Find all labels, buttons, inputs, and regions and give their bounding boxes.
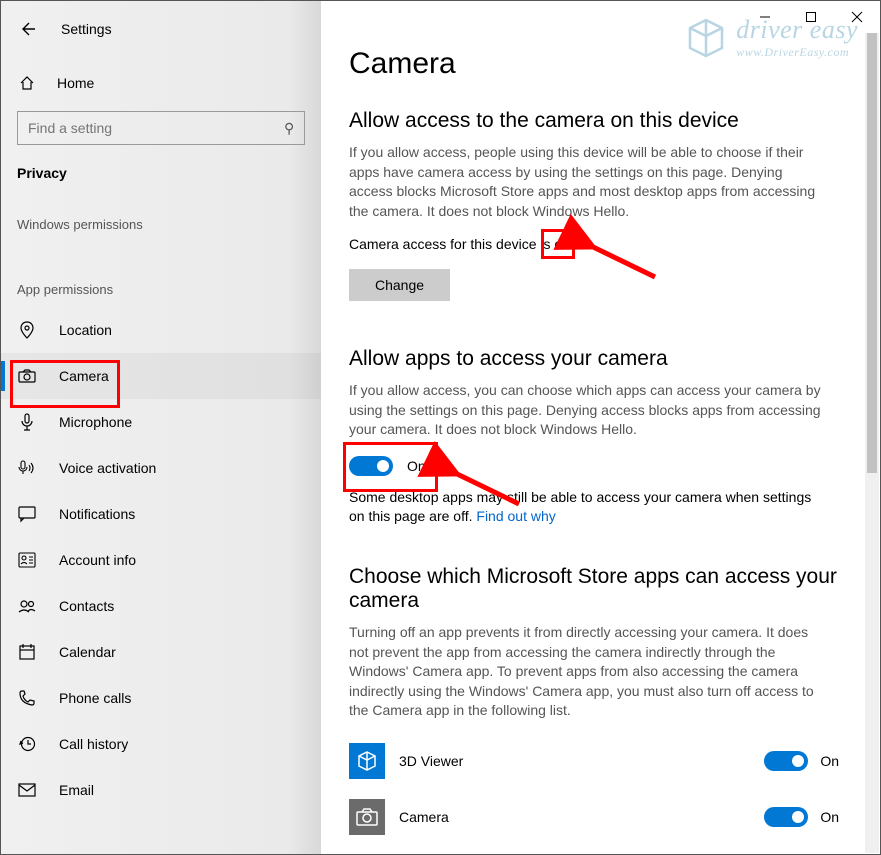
section1-body: If you allow access, people using this d… [349, 143, 829, 221]
sidebar-item-phone[interactable]: Phone calls [1, 675, 321, 721]
nav-label: Call history [59, 736, 128, 752]
main-content: driver easy www.DriverEasy.com Camera Al… [321, 1, 880, 854]
close-button[interactable] [834, 1, 880, 33]
section-app-perms: App permissions [1, 264, 321, 307]
app-toggle-label: On [820, 753, 839, 769]
section2-body: If you allow access, you can choose whic… [349, 381, 829, 440]
app-title: Settings [61, 21, 112, 37]
nav-label: Notifications [59, 506, 135, 522]
sidebar: Settings Home ⚲ Privacy Windows permissi… [1, 1, 321, 854]
sidebar-item-callhistory[interactable]: Call history [1, 721, 321, 767]
section3-heading: Choose which Microsoft Store apps can ac… [349, 565, 848, 613]
location-icon [17, 321, 37, 339]
sidebar-item-microphone[interactable]: Microphone [1, 399, 321, 445]
find-out-why-link[interactable]: Find out why [476, 508, 555, 524]
note-prefix: Some desktop apps may still be able to a… [349, 489, 811, 525]
status-value: on [554, 236, 570, 252]
calendar-icon [17, 644, 37, 660]
history-icon [17, 736, 37, 752]
phone-icon [17, 690, 37, 706]
back-icon[interactable] [17, 19, 37, 39]
nav-label: Calendar [59, 644, 116, 660]
search-input[interactable] [28, 120, 284, 136]
nav-label: Location [59, 322, 112, 338]
contacts-icon [17, 599, 37, 613]
camera-icon [17, 369, 37, 383]
back-row: Settings [1, 9, 321, 49]
scrollbar-thumb[interactable] [867, 33, 877, 473]
sidebar-item-email[interactable]: Email [1, 767, 321, 813]
nav-label: Email [59, 782, 94, 798]
sidebar-home[interactable]: Home [1, 63, 321, 103]
notifications-icon [17, 506, 37, 522]
apps-access-toggle[interactable] [349, 456, 393, 476]
sidebar-item-voice[interactable]: Voice activation [1, 445, 321, 491]
scrollbar[interactable] [865, 33, 879, 853]
account-icon [17, 552, 37, 568]
app-toggle-3dviewer[interactable] [764, 751, 808, 771]
app-name: Camera [399, 809, 764, 825]
watermark-line2: www.DriverEasy.com [736, 45, 858, 60]
app-row-3dviewer: 3D Viewer On [349, 733, 839, 789]
voice-icon [17, 460, 37, 476]
home-label: Home [57, 75, 94, 91]
app-toggle-label: On [820, 809, 839, 825]
search-input-wrap[interactable]: ⚲ [17, 111, 305, 145]
sidebar-item-location[interactable]: Location [1, 307, 321, 353]
device-access-status: Camera access for this device is on [349, 235, 829, 255]
microphone-icon [17, 413, 37, 431]
app-toggle-camera[interactable] [764, 807, 808, 827]
window-controls [742, 1, 880, 33]
category-label: Privacy [1, 159, 321, 199]
app-row-camera: Camera On [349, 789, 839, 845]
nav-label: Account info [59, 552, 136, 568]
section2-note: Some desktop apps may still be able to a… [349, 488, 829, 527]
maximize-button[interactable] [788, 1, 834, 33]
search-icon: ⚲ [284, 120, 294, 137]
change-button[interactable]: Change [349, 269, 450, 301]
sidebar-item-camera[interactable]: Camera [1, 353, 321, 399]
section1-heading: Allow access to the camera on this devic… [349, 109, 848, 133]
email-icon [17, 783, 37, 797]
status-prefix: Camera access for this device is [349, 236, 554, 252]
nav-label: Microphone [59, 414, 132, 430]
nav-label: Voice activation [59, 460, 156, 476]
sidebar-item-calendar[interactable]: Calendar [1, 629, 321, 675]
section3-body: Turning off an app prevents it from dire… [349, 623, 829, 721]
nav-label: Phone calls [59, 690, 131, 706]
app-icon-camera [349, 799, 385, 835]
nav-label: Contacts [59, 598, 114, 614]
nav-label: Camera [59, 368, 109, 384]
section-windows-perms: Windows permissions [1, 199, 321, 242]
section2-heading: Allow apps to access your camera [349, 347, 848, 371]
apps-access-toggle-row: On [349, 456, 848, 476]
sidebar-item-notifications[interactable]: Notifications [1, 491, 321, 537]
app-icon-3dviewer [349, 743, 385, 779]
app-name: 3D Viewer [399, 753, 764, 769]
minimize-button[interactable] [742, 1, 788, 33]
watermark-cube-icon [684, 16, 728, 60]
sidebar-item-contacts[interactable]: Contacts [1, 583, 321, 629]
sidebar-item-account[interactable]: Account info [1, 537, 321, 583]
home-icon [17, 73, 37, 93]
apps-access-toggle-label: On [407, 458, 426, 474]
